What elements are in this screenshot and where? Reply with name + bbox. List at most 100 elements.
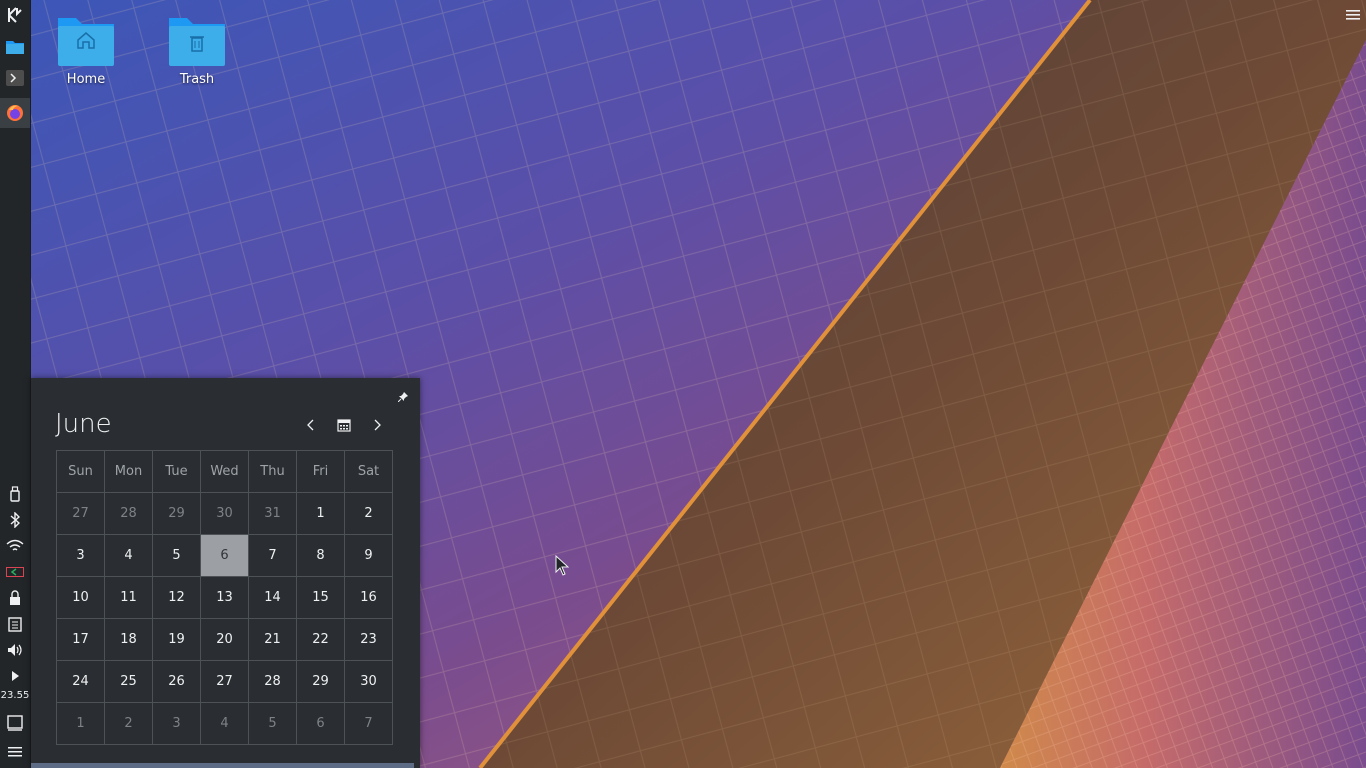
- calendar-day[interactable]: 27: [57, 493, 105, 535]
- weekday-header: Mon: [105, 451, 153, 493]
- hamburger-menu-icon: [1346, 10, 1360, 20]
- calendar-day[interactable]: 7: [249, 535, 297, 577]
- calendar-day[interactable]: 25: [105, 661, 153, 703]
- tray-lock[interactable]: [0, 587, 30, 609]
- calendar-day[interactable]: 29: [297, 661, 345, 703]
- calendar-day[interactable]: 4: [105, 535, 153, 577]
- calendar-day[interactable]: 30: [201, 493, 249, 535]
- lock-icon: [10, 590, 20, 605]
- desktop-icon-trash[interactable]: Trash: [152, 12, 242, 102]
- calendar-day[interactable]: 6: [297, 703, 345, 745]
- weekday-header: Thu: [249, 451, 297, 493]
- calendar-day[interactable]: 26: [153, 661, 201, 703]
- desktop-icon-home[interactable]: Home: [41, 12, 131, 102]
- weekday-header: Wed: [201, 451, 249, 493]
- taskbar-file-manager[interactable]: [0, 32, 30, 62]
- desktop-icon-label: Home: [66, 72, 106, 87]
- taskbar-terminal[interactable]: [0, 63, 30, 93]
- application-launcher-button[interactable]: [0, 0, 30, 30]
- desktop-icon-label: Trash: [179, 72, 215, 87]
- weekday-header: Sun: [57, 451, 105, 493]
- calendar-day[interactable]: 11: [105, 577, 153, 619]
- clipboard-icon: [8, 617, 22, 632]
- volume-icon: [8, 644, 22, 656]
- calendar-day[interactable]: 19: [153, 619, 201, 661]
- calendar-day[interactable]: 13: [201, 577, 249, 619]
- calendar-day[interactable]: 2: [345, 493, 393, 535]
- calendar-day[interactable]: 9: [345, 535, 393, 577]
- calendar-day[interactable]: 29: [153, 493, 201, 535]
- popup-bottom-edge: [31, 763, 414, 768]
- calendar-day[interactable]: 24: [57, 661, 105, 703]
- folder-home-icon: [58, 18, 114, 66]
- calendar-day[interactable]: 2: [105, 703, 153, 745]
- mouse-cursor: [555, 555, 569, 576]
- weekday-header: Sat: [345, 451, 393, 493]
- calendar-day[interactable]: 14: [249, 577, 297, 619]
- digital-clock[interactable]: 23.55: [0, 690, 30, 701]
- calendar-day[interactable]: 27: [201, 661, 249, 703]
- calendar-day[interactable]: 23: [345, 619, 393, 661]
- calendar-day[interactable]: 12: [153, 577, 201, 619]
- desktop-toolbox-button[interactable]: [1342, 4, 1364, 26]
- tray-expand-button[interactable]: [0, 665, 30, 687]
- kde-launcher-icon: [8, 7, 22, 23]
- show-desktop-icon: [7, 715, 23, 731]
- calendar-day[interactable]: 17: [57, 619, 105, 661]
- calendar-day[interactable]: 16: [345, 577, 393, 619]
- calendar-day[interactable]: 1: [297, 493, 345, 535]
- tray-network[interactable]: [0, 535, 30, 557]
- terminal-icon: [6, 70, 24, 86]
- calendar-day[interactable]: 21: [249, 619, 297, 661]
- calendar-day[interactable]: 3: [153, 703, 201, 745]
- trash-folder-icon: [169, 18, 225, 66]
- weekday-header: Tue: [153, 451, 201, 493]
- tray-battery[interactable]: [0, 561, 30, 583]
- file-manager-icon: [6, 41, 24, 54]
- calendar-day[interactable]: 4: [201, 703, 249, 745]
- previous-month-button[interactable]: [298, 414, 322, 436]
- pin-icon: [398, 392, 408, 402]
- next-month-button[interactable]: [366, 414, 390, 436]
- firefox-icon: [7, 105, 23, 121]
- panel-menu-icon: [8, 747, 22, 757]
- weekday-header: Fri: [297, 451, 345, 493]
- tray-clipboard[interactable]: [0, 613, 30, 635]
- show-desktop-button[interactable]: [0, 712, 30, 734]
- calendar-popup: June Sun Mon Tue Wed Thu Fri Sat 27 28 29 30 31 1 2 3 4…: [31, 378, 420, 768]
- calendar-day[interactable]: 5: [249, 703, 297, 745]
- calendar-day[interactable]: 7: [345, 703, 393, 745]
- calendar-day[interactable]: 1: [57, 703, 105, 745]
- calendar-day-today[interactable]: 6: [201, 535, 249, 577]
- bluetooth-icon: [10, 512, 20, 528]
- pin-button[interactable]: [396, 390, 410, 404]
- calendar-day[interactable]: 28: [249, 661, 297, 703]
- calendar-grid: Sun Mon Tue Wed Thu Fri Sat 27 28 29 30 31 1 2 3 4 5 6 7 8 9…: [56, 450, 393, 745]
- taskbar-firefox[interactable]: [0, 98, 30, 128]
- tray-expand-icon: [12, 671, 19, 681]
- tray-device-notifier[interactable]: [0, 483, 30, 505]
- calendar-day[interactable]: 28: [105, 493, 153, 535]
- left-panel: 23.55: [0, 0, 31, 768]
- calendar-day[interactable]: 30: [345, 661, 393, 703]
- calendar-day[interactable]: 18: [105, 619, 153, 661]
- calendar-day[interactable]: 15: [297, 577, 345, 619]
- today-button[interactable]: [332, 414, 356, 436]
- chevron-left-icon: [307, 419, 314, 431]
- tray-volume[interactable]: [0, 639, 30, 661]
- calendar-day[interactable]: 22: [297, 619, 345, 661]
- calendar-day[interactable]: 31: [249, 493, 297, 535]
- calendar-day[interactable]: 5: [153, 535, 201, 577]
- wifi-icon: [6, 539, 24, 551]
- calendar-day[interactable]: 10: [57, 577, 105, 619]
- calendar-month-title: June: [55, 409, 112, 439]
- chevron-right-icon: [374, 419, 381, 431]
- usb-device-icon: [10, 486, 20, 502]
- panel-options-button[interactable]: [0, 741, 30, 763]
- calendar-day[interactable]: 20: [201, 619, 249, 661]
- calendar-day[interactable]: 3: [57, 535, 105, 577]
- tray-bluetooth[interactable]: [0, 509, 30, 531]
- calendar-icon: [337, 419, 351, 432]
- battery-icon: [6, 567, 24, 577]
- calendar-day[interactable]: 8: [297, 535, 345, 577]
